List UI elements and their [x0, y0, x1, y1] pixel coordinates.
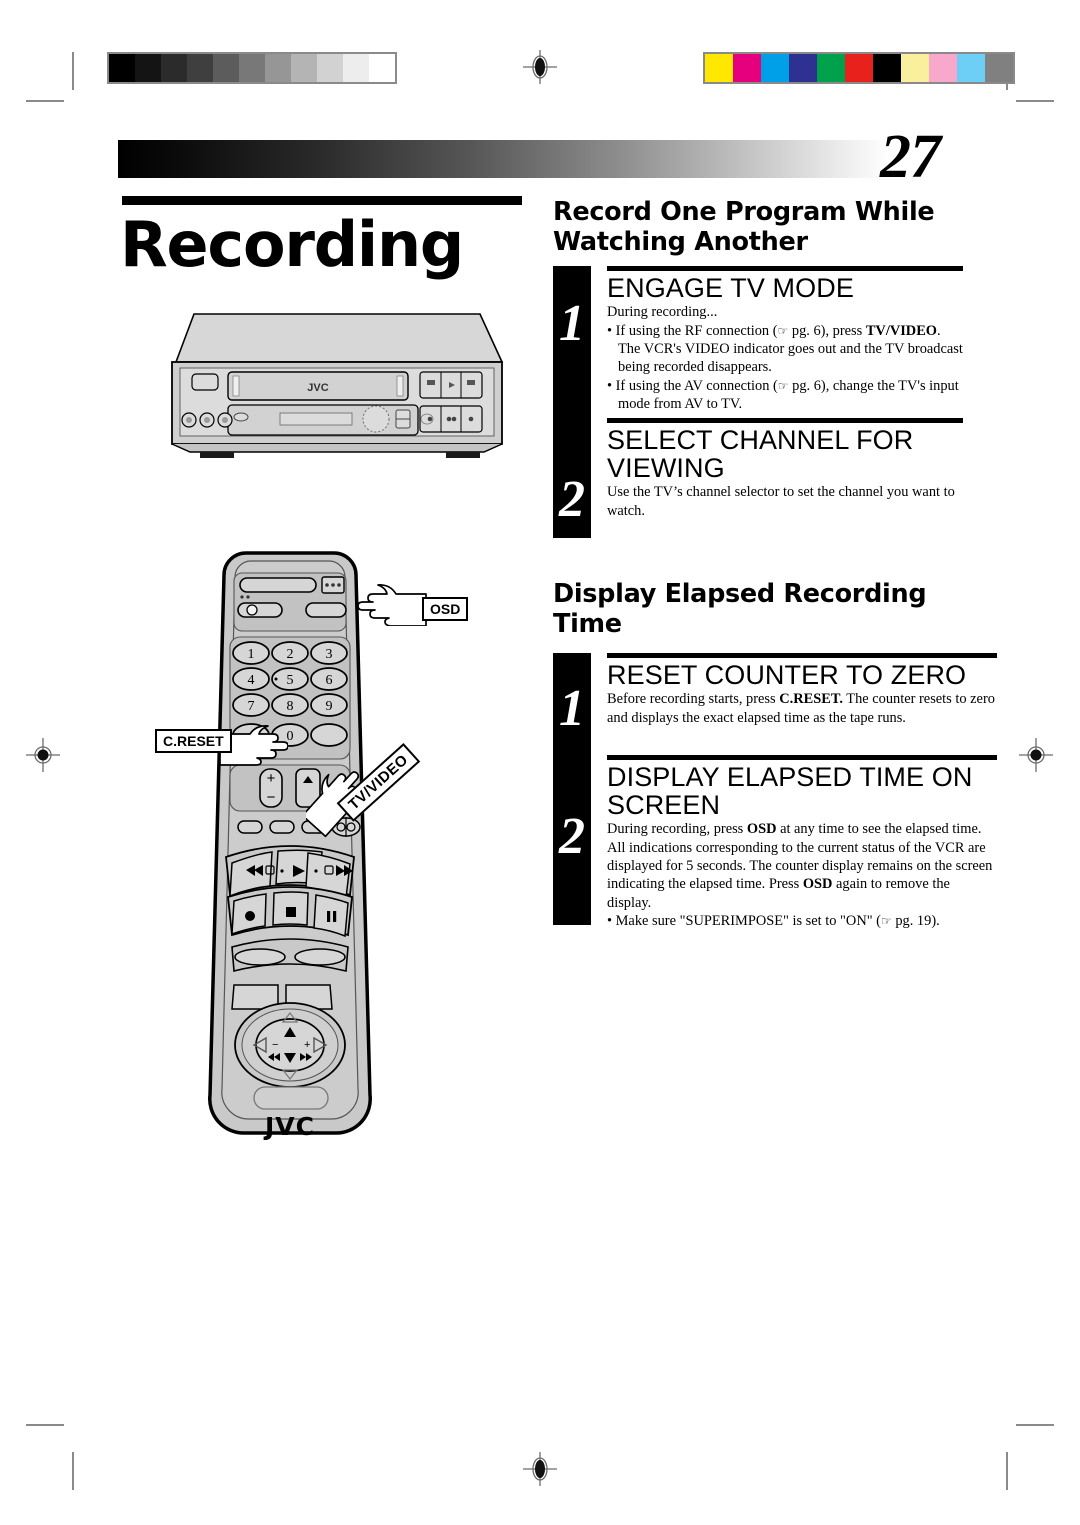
step-title: SELECT CHANNEL FOR VIEWING	[607, 425, 914, 484]
step-body: Use the TV’s channel selector to set the…	[607, 483, 963, 520]
color-swatch-light-yellow	[901, 54, 929, 82]
manual-page: 27 Recording JVC 1 2 3 4 5 6 7 8 9 0 + −…	[0, 0, 1080, 1525]
crop-mark-bottom-right-horizontal	[1016, 1424, 1054, 1426]
step-body: During recording, press OSD at any time …	[607, 820, 997, 931]
svg-text:−: −	[267, 789, 276, 806]
step-number-1: 1	[559, 295, 585, 352]
step-rule	[607, 266, 963, 271]
step-intro: During recording...	[607, 304, 718, 321]
crop-mark-top-right-horizontal	[1016, 100, 1054, 102]
gray-swatch	[135, 54, 161, 82]
crop-mark-bottom-left-vertical	[72, 1452, 74, 1490]
svg-text:−: −	[272, 1039, 278, 1051]
hand-pointer-icon: ☞	[880, 914, 892, 929]
gray-swatch	[317, 54, 343, 82]
step-rule	[607, 418, 963, 423]
step-rule	[607, 653, 997, 658]
remote-brand-label: JVC	[263, 1112, 315, 1141]
gray-swatch	[265, 54, 291, 82]
svg-text:1: 1	[248, 647, 255, 662]
registration-crosshair-icon-bottom	[523, 1452, 557, 1486]
step-number-bar: 1 2	[553, 653, 591, 925]
vcr-brand-label: JVC	[307, 382, 328, 394]
svg-text:2: 2	[287, 647, 294, 662]
crop-mark-bottom-right-vertical	[1006, 1452, 1008, 1490]
step-title: RESET COUNTER TO ZERO	[607, 660, 967, 690]
gray-swatch	[239, 54, 265, 82]
color-swatch-red	[845, 54, 873, 82]
step-rule	[607, 755, 997, 760]
step-intro: Use the TV’s channel selector to set the…	[607, 484, 955, 519]
gray-swatch	[343, 54, 369, 82]
step-number-2: 2	[559, 471, 585, 528]
color-swatch-green	[817, 54, 845, 82]
svg-text:+: +	[304, 1039, 310, 1051]
section-heading-record-one-program: Record One Program While Watching Anothe…	[553, 197, 935, 257]
step-intro: Before recording starts, press C.RESET. …	[607, 691, 995, 726]
color-swatch-blue	[789, 54, 817, 82]
registration-crosshair-icon-left	[26, 738, 60, 772]
step-select-channel-for-viewing: SELECT CHANNEL FOR VIEWING Use the TV’s …	[607, 418, 963, 520]
remote-control-illustration: 1 2 3 4 5 6 7 8 9 0 + − − + JVC	[208, 551, 372, 1141]
pointing-hand-osd	[358, 584, 427, 626]
callout-osd: OSD	[422, 597, 469, 621]
step-number-bar: 1 2	[553, 266, 591, 538]
callout-c-reset: C.RESET	[155, 729, 232, 753]
registration-crosshair-icon-right	[1019, 738, 1053, 772]
step-engage-tv-mode: ENGAGE TV MODE During recording... • If …	[607, 266, 963, 414]
vcr-illustration: JVC	[171, 313, 504, 458]
svg-text:7: 7	[248, 699, 255, 714]
gray-swatch	[109, 54, 135, 82]
gray-swatch	[369, 54, 395, 82]
color-swatch-pink	[929, 54, 957, 82]
power-button	[239, 577, 317, 593]
svg-text:3: 3	[326, 647, 333, 662]
color-swatch-gray	[985, 54, 1013, 82]
svg-text:5: 5	[287, 673, 294, 688]
step-intro: During recording, press OSD at any time …	[607, 821, 993, 911]
step-body: Before recording starts, press C.RESET. …	[607, 690, 997, 727]
step-title: ENGAGE TV MODE	[607, 273, 854, 303]
gray-swatch	[213, 54, 239, 82]
osd-button	[305, 602, 347, 618]
color-swatch-yellow	[705, 54, 733, 82]
page-number: 27	[880, 123, 941, 191]
crop-mark-top-left-vertical	[72, 52, 74, 90]
step-bullet: • If using the AV connection (☞ pg. 6), …	[607, 377, 959, 413]
step-reset-counter-to-zero: RESET COUNTER TO ZERO Before recording s…	[607, 653, 997, 727]
step-number-1: 1	[559, 680, 585, 737]
gray-swatch	[291, 54, 317, 82]
gray-swatch	[187, 54, 213, 82]
svg-text:6: 6	[326, 673, 333, 688]
svg-text:9: 9	[326, 699, 333, 714]
header-gradient-bar	[118, 140, 888, 178]
color-swatch-black	[873, 54, 901, 82]
gray-swatch	[161, 54, 187, 82]
svg-text:8: 8	[287, 699, 294, 714]
svg-text:4: 4	[248, 673, 255, 688]
step-number-2: 2	[559, 808, 585, 865]
step-bullet: • If using the RF connection (☞ pg. 6), …	[607, 322, 963, 376]
color-calibration-strip	[703, 52, 1015, 84]
hand-pointer-icon: ☞	[777, 323, 789, 338]
step-body: During recording... • If using the RF co…	[607, 303, 963, 414]
section-heading-display-elapsed-recording-time: Display Elapsed Recording Time	[553, 579, 927, 639]
crop-mark-bottom-left-horizontal	[26, 1424, 64, 1426]
chapter-title-rule	[122, 196, 522, 205]
step-bullet: • Make sure "SUPERIMPOSE" is set to "ON"…	[607, 913, 940, 930]
grayscale-calibration-strip	[107, 52, 397, 84]
color-swatch-light-cyan	[957, 54, 985, 82]
chapter-title: Recording	[120, 208, 464, 281]
step-display-elapsed-time-on-screen: DISPLAY ELAPSED TIME ON SCREEN During re…	[607, 755, 997, 931]
step-title: DISPLAY ELAPSED TIME ON SCREEN	[607, 762, 973, 821]
hand-pointer-icon: ☞	[777, 378, 789, 393]
color-swatch-cyan	[761, 54, 789, 82]
crop-mark-top-left-horizontal	[26, 100, 64, 102]
svg-text:+: +	[267, 770, 276, 787]
color-swatch-magenta	[733, 54, 761, 82]
registration-crosshair-icon-top	[523, 50, 557, 84]
